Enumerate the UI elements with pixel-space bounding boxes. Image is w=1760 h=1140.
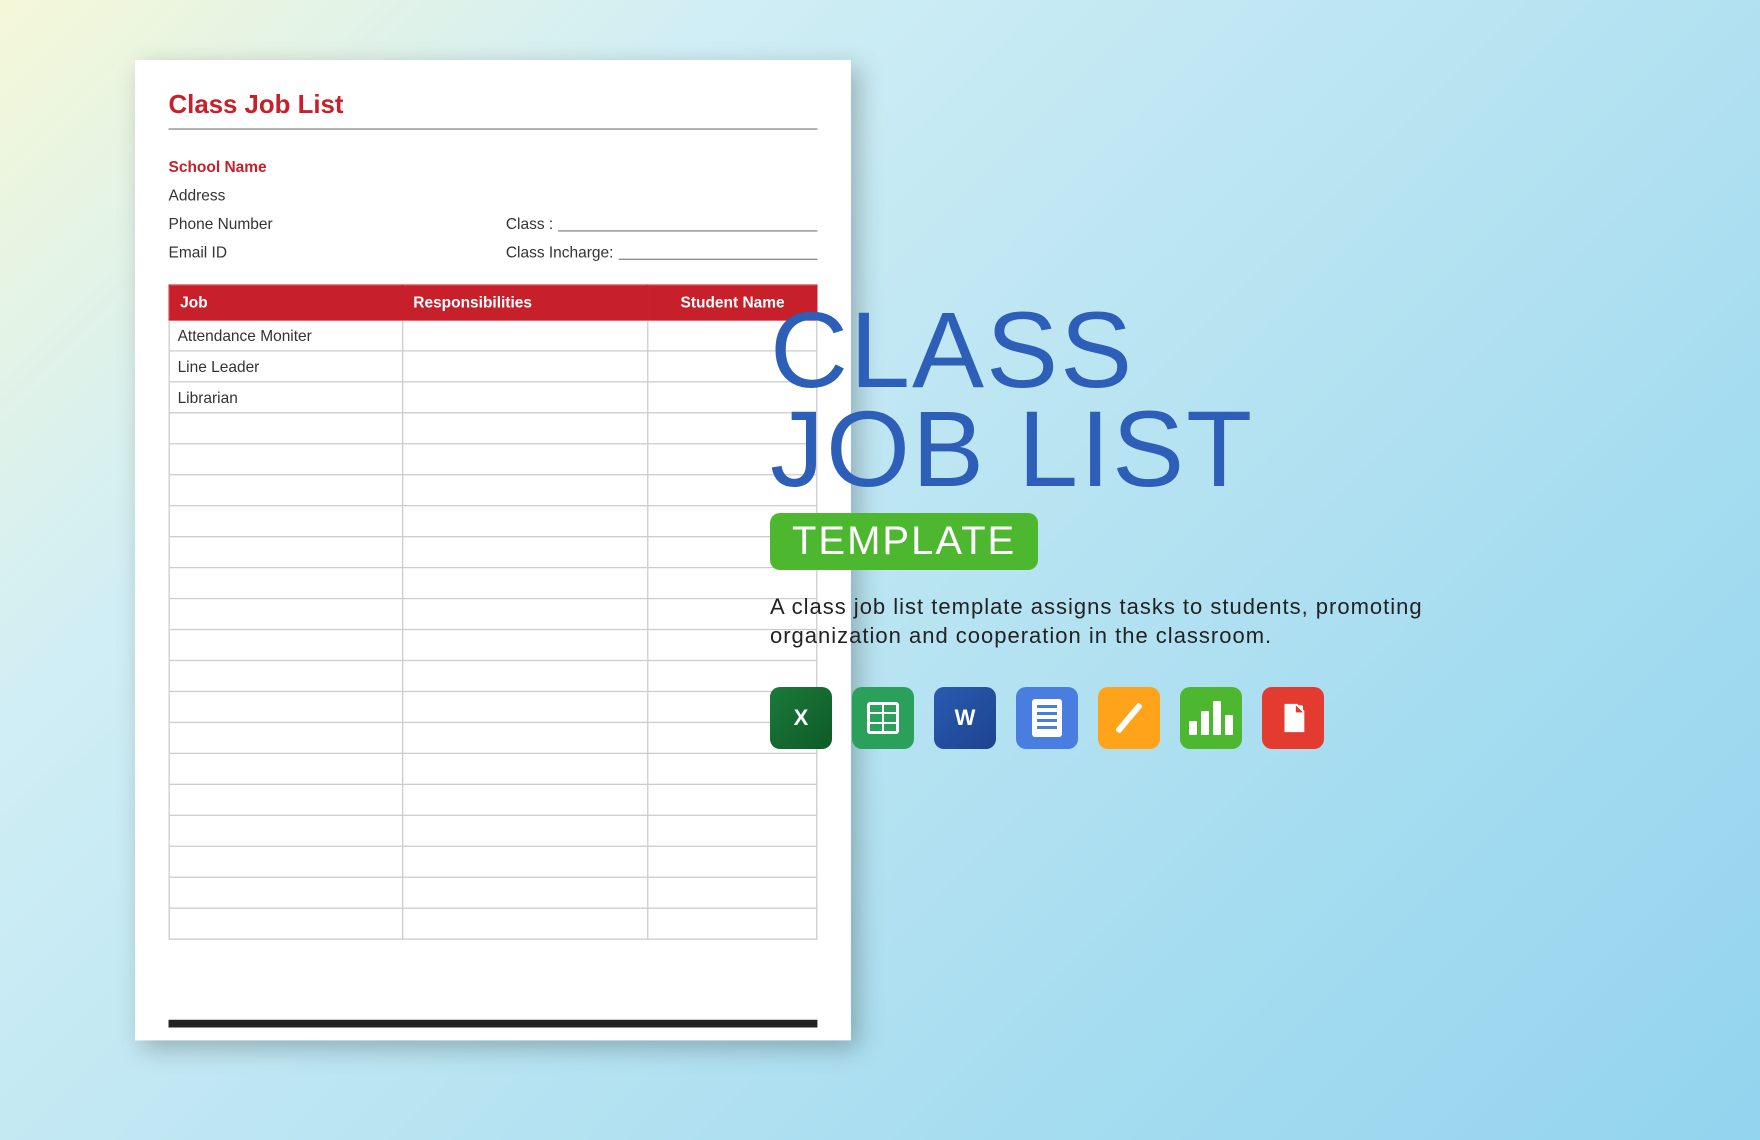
cell-job — [169, 413, 402, 444]
class-field: Class : — [506, 215, 818, 233]
table-row — [169, 846, 817, 877]
cell-job — [169, 475, 402, 506]
cell-responsibilities — [402, 846, 648, 877]
cell-responsibilities — [402, 753, 648, 784]
table-row — [169, 413, 817, 444]
cell-responsibilities — [402, 660, 648, 691]
cell-job: Librarian — [169, 382, 402, 413]
col-responsibilities: Responsibilities — [402, 285, 648, 320]
info-section: School Name Address Phone Number Class :… — [169, 158, 818, 261]
cell-responsibilities — [402, 784, 648, 815]
cell-job — [169, 506, 402, 537]
cell-job — [169, 815, 402, 846]
cell-responsibilities — [402, 351, 648, 382]
divider — [169, 128, 818, 129]
table-row: Librarian — [169, 382, 817, 413]
table-row — [169, 722, 817, 753]
promo-description: A class job list template assigns tasks … — [770, 592, 1530, 651]
document-preview: Class Job List School Name Address Phone… — [135, 60, 851, 1040]
template-badge: TEMPLATE — [770, 513, 1038, 570]
table-row — [169, 475, 817, 506]
fill-line — [619, 244, 818, 259]
table-row — [169, 815, 817, 846]
cell-job — [169, 444, 402, 475]
cell-job — [169, 660, 402, 691]
google-docs-icon — [1016, 687, 1078, 749]
numbers-icon — [1180, 687, 1242, 749]
cell-responsibilities — [402, 599, 648, 630]
cell-job — [169, 630, 402, 661]
cell-responsibilities — [402, 722, 648, 753]
cell-job: Attendance Moniter — [169, 320, 402, 351]
table-row — [169, 599, 817, 630]
school-name-label: School Name — [169, 158, 481, 176]
table-row — [169, 660, 817, 691]
table-row — [169, 691, 817, 722]
col-job: Job — [169, 285, 402, 320]
table-row — [169, 877, 817, 908]
job-table: Job Responsibilities Student Name Attend… — [169, 284, 818, 939]
cell-responsibilities — [402, 506, 648, 537]
format-icon-row: X W — [770, 687, 1570, 749]
word-icon: W — [934, 687, 996, 749]
table-row — [169, 784, 817, 815]
promo-title: CLASS JOB LIST — [770, 300, 1570, 499]
cell-job — [169, 908, 402, 939]
cell-job — [169, 537, 402, 568]
cell-responsibilities — [402, 320, 648, 351]
table-row — [169, 568, 817, 599]
table-row — [169, 908, 817, 939]
cell-responsibilities — [402, 815, 648, 846]
cell-job — [169, 784, 402, 815]
cell-responsibilities — [402, 382, 648, 413]
excel-icon: X — [770, 687, 832, 749]
cell-responsibilities — [402, 568, 648, 599]
incharge-field: Class Incharge: — [506, 243, 818, 261]
table-row — [169, 537, 817, 568]
cell-responsibilities — [402, 908, 648, 939]
cell-job — [169, 753, 402, 784]
cell-job — [169, 599, 402, 630]
table-row: Attendance Moniter — [169, 320, 817, 351]
pages-icon — [1098, 687, 1160, 749]
pdf-icon — [1262, 687, 1324, 749]
email-label: Email ID — [169, 243, 481, 261]
cell-student — [648, 753, 816, 784]
cell-student — [648, 877, 816, 908]
cell-student — [648, 908, 816, 939]
cell-job — [169, 568, 402, 599]
cell-responsibilities — [402, 630, 648, 661]
google-sheets-icon — [852, 687, 914, 749]
cell-responsibilities — [402, 475, 648, 506]
table-row — [169, 753, 817, 784]
cell-job — [169, 877, 402, 908]
cell-responsibilities — [402, 537, 648, 568]
doc-footer-bar — [169, 1020, 818, 1028]
cell-student — [648, 815, 816, 846]
cell-job — [169, 722, 402, 753]
cell-student — [648, 846, 816, 877]
cell-responsibilities — [402, 444, 648, 475]
promo-panel: CLASS JOB LIST TEMPLATE A class job list… — [770, 300, 1570, 749]
cell-student — [648, 784, 816, 815]
table-row — [169, 506, 817, 537]
cell-responsibilities — [402, 413, 648, 444]
phone-label: Phone Number — [169, 215, 481, 233]
address-label: Address — [169, 186, 481, 204]
fill-line — [558, 216, 817, 231]
cell-responsibilities — [402, 877, 648, 908]
cell-job — [169, 691, 402, 722]
cell-job: Line Leader — [169, 351, 402, 382]
cell-responsibilities — [402, 691, 648, 722]
table-row — [169, 630, 817, 661]
table-row: Line Leader — [169, 351, 817, 382]
cell-job — [169, 846, 402, 877]
doc-title: Class Job List — [169, 91, 818, 121]
table-row — [169, 444, 817, 475]
